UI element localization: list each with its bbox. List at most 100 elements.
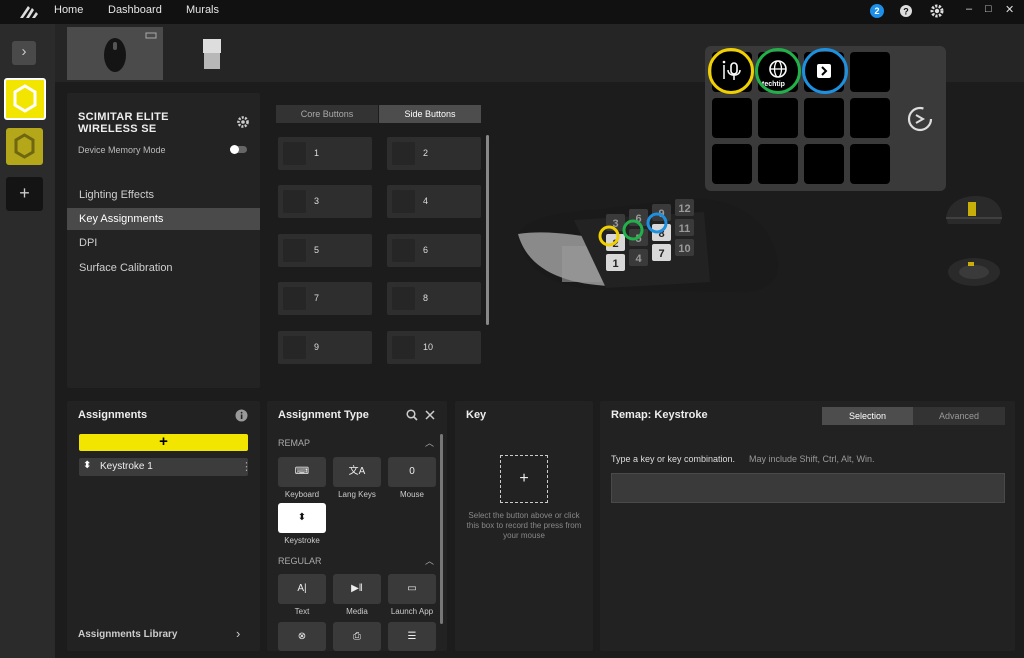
side-button-8[interactable]: 8 (387, 282, 481, 315)
stream-deck-key-9[interactable] (712, 144, 752, 184)
tab-selection[interactable]: Selection (822, 407, 913, 425)
button-number: 3 (314, 196, 320, 206)
record-key-box[interactable]: + (500, 455, 548, 503)
notification-badge[interactable]: 2 (870, 4, 884, 18)
stream-deck-key-11[interactable] (804, 144, 844, 184)
side-button-4[interactable]: 4 (387, 185, 481, 218)
tab-side-buttons[interactable]: Side Buttons (379, 105, 481, 123)
stream-deck-key-8[interactable] (850, 98, 890, 138)
close-icon[interactable] (425, 410, 435, 420)
keystroke-input[interactable] (611, 473, 1005, 503)
assignment-type-scrollbar[interactable] (440, 434, 443, 624)
stream-deck-key-12[interactable] (850, 144, 890, 184)
remap-instruction: Type a key or key combination. (611, 454, 736, 464)
tile-label: Mouse (399, 490, 424, 499)
nav-murals[interactable]: Murals (186, 4, 219, 16)
assignments-panel: Assignments + ⬍ Keystroke 1 ⋮ Assignment… (67, 401, 260, 651)
tile-disable[interactable]: ⊗ (278, 622, 326, 651)
profile-button[interactable] (6, 128, 43, 165)
nav-dashboard[interactable]: Dashboard (108, 4, 162, 16)
close-button[interactable]: ✕ (1005, 3, 1014, 16)
assignments-library-link[interactable]: Assignments Library (78, 629, 177, 640)
keystroke-icon: ⬍ (297, 512, 307, 523)
stream-deck-key-4[interactable] (850, 52, 890, 92)
minimize-button[interactable]: – (966, 3, 972, 15)
dongle-thumbnail-icon[interactable] (201, 37, 223, 71)
assignments-title: Assignments (78, 409, 148, 421)
tile-label: Lang Keys (338, 490, 376, 499)
button-grid-scrollbar[interactable] (486, 135, 489, 325)
maximize-button[interactable]: □ (985, 3, 992, 15)
tile-keyboard[interactable]: ⌨ (278, 457, 326, 487)
tile-launch-app[interactable]: ▭ (388, 574, 436, 604)
side-button-1[interactable]: 1 (278, 137, 372, 170)
button-number: 9 (314, 342, 320, 352)
key-hint: Select the button above or click this bo… (466, 511, 582, 540)
remap-instruction-hint: May include Shift, Ctrl, Alt, Win. (749, 454, 875, 464)
tile-lang-keys[interactable]: 文A (333, 457, 381, 487)
gear-icon[interactable] (929, 3, 945, 19)
info-icon[interactable] (235, 409, 248, 422)
memory-mode-label: Device Memory Mode (78, 145, 166, 155)
mouse-view-side-icon[interactable] (942, 190, 1006, 230)
stream-deck-ring-yellow (708, 48, 754, 94)
expand-rail-button[interactable]: › (12, 41, 36, 65)
tab-advanced[interactable]: Advanced (913, 407, 1005, 425)
search-icon[interactable] (406, 409, 418, 421)
assignment-item[interactable]: ⬍ Keystroke 1 ⋮ (79, 458, 252, 476)
keystroke-icon: ⬍ (83, 460, 92, 471)
sidebar-item-key-assignments[interactable]: Key Assignments (67, 208, 260, 230)
side-button-6[interactable]: 6 (387, 234, 481, 267)
sidebar-item-dpi[interactable]: DPI (79, 237, 97, 249)
stream-deck-key-5[interactable] (712, 98, 752, 138)
profile-button-active[interactable] (4, 78, 46, 120)
title-bar: Home Dashboard Murals 2 ? – □ ✕ (0, 0, 1024, 24)
device-tile-mouse[interactable] (67, 27, 163, 80)
chevron-right-icon[interactable]: › (236, 626, 240, 641)
remap-section-label: REMAP (278, 438, 311, 448)
memory-mode-toggle[interactable] (230, 145, 247, 154)
sidebar-item-lighting-effects[interactable]: Lighting Effects (79, 189, 154, 201)
tile-media[interactable]: ▶‖ (333, 574, 381, 604)
more-options-icon[interactable]: ⋮ (241, 460, 252, 473)
device-settings-gear-icon[interactable] (236, 115, 250, 129)
tile-label: Media (346, 607, 368, 616)
key-panel: Key + Select the button above or click t… (455, 401, 593, 651)
tile-mouse[interactable]: 0 (388, 457, 436, 487)
tile-macro[interactable]: ⎙ (333, 622, 381, 651)
side-button-7[interactable]: 7 (278, 282, 372, 315)
assignment-label: Keystroke 1 (100, 461, 153, 472)
stream-deck-ring-green (755, 48, 801, 94)
collapse-remap-icon[interactable]: ︿ (425, 436, 434, 449)
button-number: 5 (314, 245, 320, 255)
list-icon: ☰ (407, 631, 417, 642)
stream-deck-key-7[interactable] (804, 98, 844, 138)
side-button-5[interactable]: 5 (278, 234, 372, 267)
tile-list[interactable]: ☰ (388, 622, 436, 651)
button-swatch (283, 190, 306, 213)
help-icon[interactable]: ? (899, 4, 913, 18)
stream-deck-key-6[interactable] (758, 98, 798, 138)
button-number: 10 (423, 342, 434, 352)
add-profile-button[interactable]: + (6, 177, 43, 211)
tile-text[interactable]: A| (278, 574, 326, 604)
tile-label: Launch App (390, 607, 434, 616)
side-button-9[interactable]: 9 (278, 331, 372, 364)
play-pause-icon: ▶‖ (351, 583, 363, 594)
collapse-regular-icon[interactable]: ︿ (425, 554, 434, 567)
side-button-10[interactable]: 10 (387, 331, 481, 364)
hexagon-icon (14, 133, 35, 159)
stream-deck-key-10[interactable] (758, 144, 798, 184)
add-assignment-button[interactable]: + (79, 434, 248, 451)
tab-core-buttons[interactable]: Core Buttons (276, 105, 378, 123)
tile-keystroke-selected[interactable]: ⬍ (278, 503, 326, 533)
remap-title: Remap: Keystroke (611, 409, 708, 421)
mouse-side-key-number: 10 (678, 243, 690, 255)
mouse-view-top-icon[interactable] (944, 250, 1004, 290)
side-button-3[interactable]: 3 (278, 185, 372, 218)
sidebar-item-surface-calibration[interactable]: Surface Calibration (79, 262, 173, 274)
button-swatch (392, 287, 415, 310)
mouse-side-key-number: 11 (679, 223, 691, 235)
side-button-2[interactable]: 2 (387, 137, 481, 170)
nav-home[interactable]: Home (54, 4, 83, 16)
